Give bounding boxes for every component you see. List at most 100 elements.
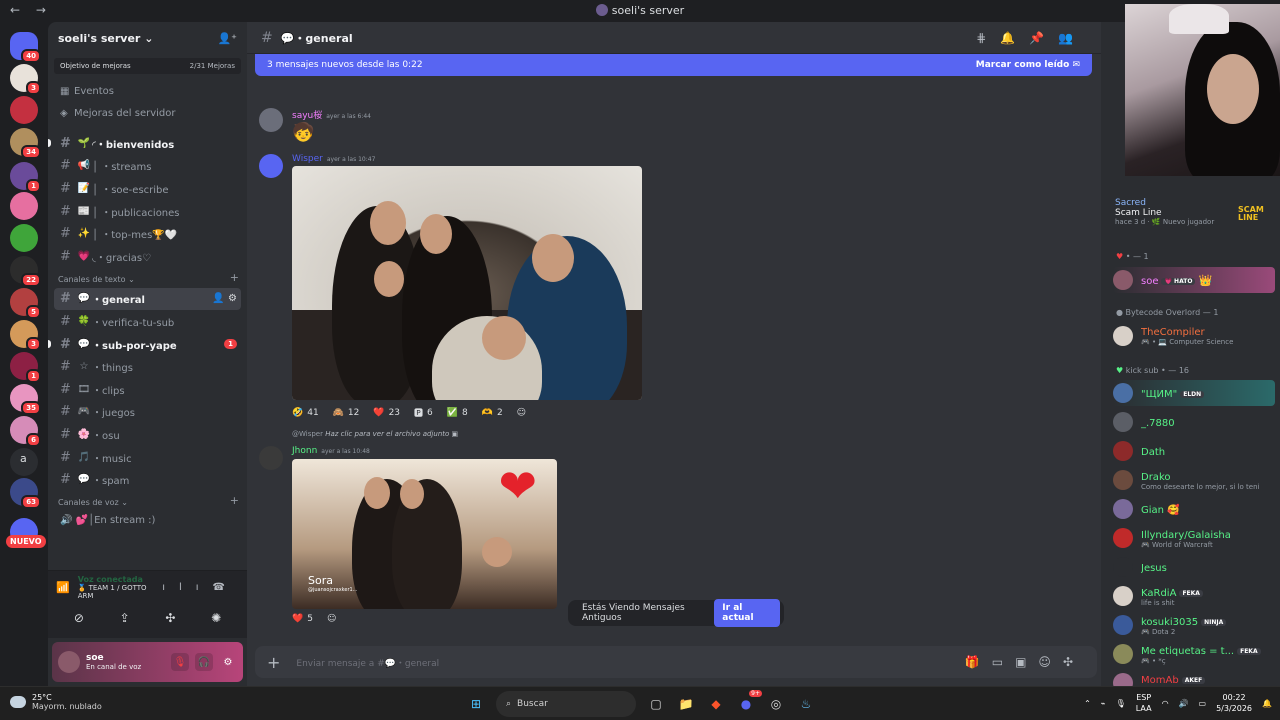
- server-letter[interactable]: a: [20, 452, 27, 465]
- activities-icon[interactable]: ✣: [165, 611, 175, 625]
- bell-icon[interactable]: 🔔: [1000, 31, 1029, 45]
- channel-item[interactable]: # ☆ ・things: [54, 355, 241, 378]
- gift-icon[interactable]: 🎁: [965, 655, 992, 669]
- avatar[interactable]: [259, 108, 283, 132]
- member-row[interactable]: Jesus: [1113, 554, 1275, 580]
- voice-channels-category[interactable]: Canales de voz ⌄ +: [48, 491, 247, 511]
- brave-icon[interactable]: ◆: [706, 694, 726, 714]
- channel-item[interactable]: # 🍀 ・verifica-tu-sub: [54, 310, 241, 333]
- member-row[interactable]: Me etiquetas = t... FEKA 🎮 • *ç: [1113, 641, 1275, 667]
- battery-icon[interactable]: ▭: [1199, 699, 1207, 708]
- channel-item[interactable]: # 🌸 ・osu: [54, 423, 241, 446]
- start-icon[interactable]: ⊞: [466, 694, 486, 714]
- server-icon[interactable]: [10, 192, 38, 220]
- steam-icon[interactable]: ♨: [796, 694, 816, 714]
- server-icon[interactable]: 3: [10, 320, 41, 351]
- author-name[interactable]: Jhonn: [292, 446, 317, 456]
- member-row[interactable]: Illyndary/Galaisha 🎮 World of Warcraft: [1113, 525, 1275, 551]
- reaction[interactable]: ❤️ 5: [292, 614, 313, 624]
- emoji-icon[interactable]: ☺: [1038, 655, 1063, 669]
- weather-widget[interactable]: 25°C Mayorm. nublado: [10, 693, 102, 711]
- member-row[interactable]: Drako Como desearte lo mejor, si lo tení: [1113, 467, 1275, 493]
- language-indicator[interactable]: ESP LAA: [1136, 692, 1152, 714]
- noise-suppression-icon[interactable]: ılı: [162, 582, 212, 593]
- reaction[interactable]: ❤️ 23: [373, 408, 400, 418]
- gif-icon[interactable]: ▭: [992, 655, 1015, 669]
- server-icon[interactable]: 63: [10, 478, 41, 509]
- image-attachment[interactable]: [292, 166, 642, 400]
- member-row[interactable]: KaRdiA FEKA life is shit: [1113, 583, 1275, 609]
- mic-icon[interactable]: 🎙: [1116, 699, 1126, 708]
- channel-item[interactable]: # 📢 │ ・streams: [54, 155, 241, 178]
- add-channel-icon[interactable]: +: [230, 271, 239, 284]
- channel-item[interactable]: # 💬 ・general 👤 ⚙: [54, 287, 241, 311]
- author-name[interactable]: Wisper: [292, 154, 323, 164]
- soundboard-icon[interactable]: ✺: [211, 611, 221, 625]
- channel-item[interactable]: # 📝 │ ・soe-escribe: [54, 177, 241, 200]
- channel-item[interactable]: # 🎵 ・music: [54, 446, 241, 469]
- file-explorer-icon[interactable]: 📁: [676, 694, 696, 714]
- activity-card[interactable]: Sacred Scam Line hace 3 d · 🌿 Nuevo juga…: [1115, 198, 1214, 226]
- server-icon[interactable]: 6: [10, 416, 41, 447]
- reaction[interactable]: ✅ 8: [447, 408, 468, 418]
- screen-share-icon[interactable]: ⇪: [120, 611, 130, 625]
- add-reaction-icon[interactable]: ☺: [327, 614, 336, 624]
- reaction[interactable]: 🙈 12: [333, 408, 360, 418]
- members-icon[interactable]: 👥: [1058, 31, 1087, 45]
- channel-item[interactable]: # 🎮 ・juegos: [54, 401, 241, 424]
- pin-icon[interactable]: 📌: [1029, 31, 1058, 45]
- member-row[interactable]: Dath: [1113, 438, 1275, 464]
- new-messages-bar[interactable]: 3 mensajes nuevos desde las 0:22 Marcar …: [255, 54, 1092, 76]
- member-row[interactable]: soe 💗 HATO 👑: [1113, 267, 1275, 293]
- server-icon[interactable]: 34: [10, 128, 41, 159]
- sticker-icon[interactable]: ▣: [1015, 655, 1038, 669]
- server-icon[interactable]: 40: [10, 32, 41, 63]
- channel-item[interactable]: # 💬 ・sub-por-yape 1: [48, 333, 241, 356]
- deafen-icon[interactable]: 🎧: [195, 653, 213, 671]
- channel-item[interactable]: # ✨ │ ・top-mes🏆🤍: [54, 222, 241, 245]
- add-channel-icon[interactable]: +: [230, 494, 239, 507]
- jump-to-present-button[interactable]: Ir al actual: [714, 599, 780, 627]
- chevron-up-icon[interactable]: ⌃: [1084, 699, 1091, 708]
- message-input[interactable]: Enviar mensaje a #💬・general: [296, 656, 439, 669]
- disconnect-icon[interactable]: ☎: [213, 582, 239, 593]
- discord-icon[interactable]: ● 9+: [736, 690, 762, 714]
- boost-goal-bar[interactable]: Objetivo de mejoras 2/31 Mejoras: [54, 58, 241, 74]
- threads-icon[interactable]: ⋕: [976, 31, 1000, 45]
- channel-item[interactable]: # 🎞 ・clips: [54, 378, 241, 401]
- gear-icon[interactable]: ⚙: [228, 293, 237, 304]
- server-icon[interactable]: 5: [10, 288, 41, 319]
- avatar[interactable]: [259, 446, 283, 470]
- channel-item[interactable]: # 📰 │ ・publicaciones: [54, 200, 241, 223]
- channel-item[interactable]: # 🌱 ◜・bienvenidos: [48, 132, 241, 155]
- server-icon[interactable]: [10, 96, 38, 124]
- apps-icon[interactable]: ✣: [1063, 655, 1085, 669]
- server-icon[interactable]: 3: [10, 64, 41, 95]
- new-badge[interactable]: NUEVO: [6, 535, 46, 548]
- notification-icon[interactable]: 🔔: [1262, 699, 1272, 708]
- signal-icon[interactable]: 📶: [56, 581, 70, 594]
- image-attachment[interactable]: ❤ Sora @juansojcraxker1...: [292, 459, 557, 609]
- voice-status[interactable]: Voz conectada: [78, 575, 162, 584]
- member-row[interactable]: _.7880: [1113, 409, 1275, 435]
- reply-preview[interactable]: @Wisper Haz clic para ver el archivo adj…: [292, 430, 458, 438]
- add-member-icon[interactable]: 👤⁺: [217, 32, 237, 45]
- invite-icon[interactable]: 👤: [212, 293, 228, 304]
- reaction[interactable]: 🅿 6: [414, 406, 433, 420]
- member-row[interactable]: kosuki3035 NINJA 🎮 Dota 2: [1113, 612, 1275, 638]
- server-boosts-link[interactable]: ◈ Mejoras del servidor: [48, 102, 247, 124]
- channel-item[interactable]: # 💗 ◟・gracias♡: [54, 245, 241, 268]
- obs-icon[interactable]: ◎: [766, 694, 786, 714]
- add-reaction-icon[interactable]: ☺: [517, 408, 526, 418]
- gear-icon[interactable]: ⚙: [219, 653, 237, 671]
- server-icon[interactable]: 1: [10, 162, 41, 193]
- server-icon[interactable]: [10, 224, 38, 252]
- avatar[interactable]: [58, 651, 80, 673]
- server-icon[interactable]: 1: [10, 352, 41, 383]
- server-header[interactable]: soeli's server ⌄ 👤⁺: [48, 22, 247, 54]
- volume-icon[interactable]: 🔊: [1179, 699, 1189, 708]
- author-name[interactable]: sayu桜: [292, 111, 322, 121]
- member-row[interactable]: Gian 🥰: [1113, 496, 1275, 522]
- reaction[interactable]: 🫶 2: [482, 408, 503, 418]
- camera-off-icon[interactable]: ⊘: [74, 611, 84, 625]
